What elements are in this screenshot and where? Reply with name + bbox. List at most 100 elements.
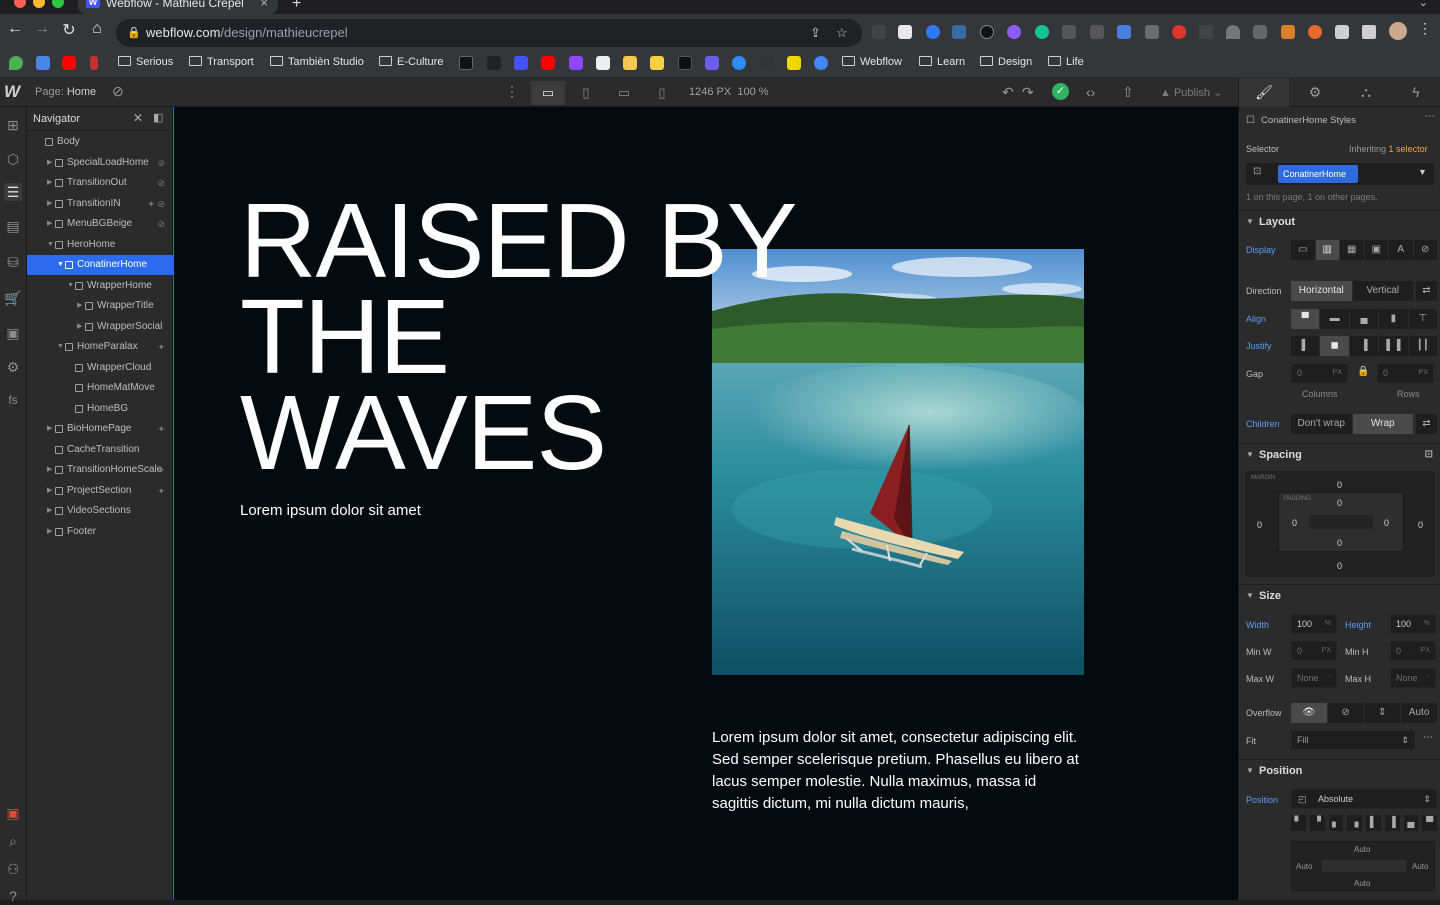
position-section-header[interactable]: ▼ Position: [1239, 759, 1440, 781]
expand-caret-right-icon[interactable]: ▶: [47, 194, 52, 214]
navigator-item[interactable]: ▼ HeroHome: [27, 235, 173, 255]
justify-end-icon[interactable]: ▐: [1350, 336, 1380, 356]
profile-avatar[interactable]: [1389, 22, 1407, 40]
margin-left-value[interactable]: 0: [1257, 520, 1262, 530]
expand-caret-right-icon[interactable]: ▶: [77, 296, 82, 316]
bookmark-icon[interactable]: [623, 56, 637, 70]
maps-bookmark-icon[interactable]: [9, 56, 23, 70]
collapse-all-icon[interactable]: ✕: [133, 111, 143, 125]
width-input[interactable]: 100%: [1291, 614, 1337, 634]
overflow-auto-button[interactable]: Auto: [1401, 703, 1437, 723]
bookmark-icon[interactable]: [787, 56, 801, 70]
expand-caret-right-icon[interactable]: ▶: [47, 501, 52, 521]
navigator-item[interactable]: ▶ TransitionOut ⊘: [27, 173, 173, 193]
selector-chip[interactable]: ConatinerHome: [1278, 165, 1358, 183]
navigator-item[interactable]: ▶ WrapperTitle: [27, 296, 173, 316]
padding-right-value[interactable]: 0: [1384, 518, 1389, 528]
tab-search-chevron-icon[interactable]: ⌄: [1419, 0, 1428, 9]
more-icon[interactable]: ⋯: [1425, 111, 1435, 122]
children-wrap-button[interactable]: Wrap: [1352, 414, 1413, 434]
x-bookmark-icon[interactable]: [678, 56, 692, 70]
bookmark-star-icon[interactable]: ☆: [836, 19, 848, 47]
assets-icon[interactable]: ▣: [4, 324, 22, 342]
navigator-item[interactable]: ▶ MenuBGBeige ⊘: [27, 214, 173, 234]
mobile-landscape-breakpoint-icon[interactable]: ▭: [607, 81, 641, 105]
design-canvas[interactable]: RAISED BY THE WAVES Lorem ipsum dolor si…: [173, 107, 1238, 900]
tab-settings-gear-icon[interactable]: ⚙: [1290, 78, 1340, 107]
cms-icon[interactable]: ⛁: [4, 253, 22, 271]
overflow-hidden-icon[interactable]: ⊘: [1328, 703, 1365, 723]
expand-caret-right-icon[interactable]: ▶: [47, 214, 52, 234]
extension-icon[interactable]: [1172, 25, 1186, 39]
extension-icon[interactable]: [872, 25, 886, 39]
extension-icon[interactable]: [1281, 25, 1295, 39]
bookmark-icon[interactable]: [90, 56, 98, 70]
extension-icon[interactable]: [1090, 25, 1104, 39]
gap-lock-icon[interactable]: 🔒: [1357, 366, 1369, 377]
selector-field[interactable]: ⊡ ConatinerHome ▼: [1246, 163, 1434, 185]
extension-icon[interactable]: [1062, 25, 1076, 39]
justify-start-icon[interactable]: ▌: [1291, 336, 1321, 356]
more-options-icon[interactable]: ⋮: [505, 83, 519, 100]
bookmark-folder-webflow[interactable]: Webflow: [842, 55, 902, 69]
preset-top-right-icon[interactable]: ▝: [1309, 815, 1326, 831]
search-icon[interactable]: ⌕: [4, 832, 22, 850]
youtube-bookmark-icon[interactable]: [62, 56, 76, 70]
finsweet-icon[interactable]: fs: [4, 391, 22, 409]
extension-icon[interactable]: [980, 25, 994, 39]
extension-icon[interactable]: [1007, 25, 1021, 39]
expand-caret-right-icon[interactable]: ▶: [47, 522, 52, 542]
expand-caret-down-icon[interactable]: ▼: [47, 235, 54, 255]
navigator-item[interactable]: ▼ HomeParalax ✦: [27, 337, 173, 357]
extension-icon[interactable]: [1226, 25, 1240, 39]
navigator-item[interactable]: ▶ ProjectSection ✦: [27, 481, 173, 501]
bookmark-folder-serious[interactable]: Serious: [118, 55, 173, 69]
minimize-window-button[interactable]: [33, 0, 45, 8]
expand-caret-right-icon[interactable]: ▶: [47, 153, 52, 173]
dock-panel-icon[interactable]: ◧: [153, 111, 163, 124]
selector-dropdown-icon[interactable]: ▼: [1418, 167, 1427, 177]
margin-top-value[interactable]: 0: [1337, 480, 1342, 490]
navigator-item[interactable]: CacheTransition: [27, 440, 173, 460]
navigator-item[interactable]: ▶ BioHomePage ✦: [27, 419, 173, 439]
navigator-item[interactable]: HomeBG: [27, 399, 173, 419]
layout-section-header[interactable]: ▼ Layout: [1239, 210, 1440, 232]
bookmark-icon[interactable]: [459, 56, 473, 70]
redo-icon[interactable]: ↷: [1022, 84, 1034, 101]
page-selector[interactable]: Page: Home: [35, 86, 96, 98]
tab-style-manager-icon[interactable]: ⛬: [1341, 78, 1391, 107]
navigator-item[interactable]: ▼ WrapperHome: [27, 276, 173, 296]
add-panel-icon[interactable]: ⊞: [4, 116, 22, 134]
inheriting-info[interactable]: Inheriting 1 selector: [1349, 144, 1428, 154]
offset-left-value[interactable]: Auto: [1296, 862, 1312, 871]
publish-button[interactable]: ▲ Publish ⌄: [1160, 86, 1222, 99]
align-center-icon[interactable]: ▬: [1320, 309, 1350, 329]
display-inline-block-icon[interactable]: ▣: [1365, 240, 1389, 260]
puzzle-extensions-icon[interactable]: [1335, 25, 1349, 39]
bookmark-icon[interactable]: [760, 56, 774, 70]
twitch-bookmark-icon[interactable]: [569, 56, 583, 70]
close-window-button[interactable]: [14, 0, 26, 8]
camera-extension-icon[interactable]: [1253, 25, 1267, 39]
navigator-item[interactable]: ▶ TransitionIN ✦ ⊘: [27, 194, 173, 214]
preset-left-icon[interactable]: ▌: [1366, 815, 1382, 831]
preset-top-icon[interactable]: ▀: [1422, 815, 1437, 831]
bookmark-folder-tambien-studio[interactable]: Tambièn Studio: [270, 55, 364, 69]
tab-style-brush-icon[interactable]: 🖌: [1239, 78, 1289, 107]
home-icon[interactable]: ⌂: [86, 20, 108, 38]
close-tab-icon[interactable]: ×: [260, 0, 268, 12]
children-dont-wrap-button[interactable]: Don't wrap: [1291, 414, 1353, 434]
forward-icon[interactable]: →: [31, 20, 53, 38]
help-icon[interactable]: ?: [4, 887, 22, 905]
share-icon[interactable]: ⇪: [810, 19, 821, 47]
extension-icon[interactable]: [926, 25, 940, 39]
expand-caret-right-icon[interactable]: ▶: [77, 317, 82, 337]
offset-right-value[interactable]: Auto: [1412, 862, 1428, 871]
display-flex-icon[interactable]: ▥: [1315, 240, 1340, 260]
reload-icon[interactable]: ↻: [58, 20, 80, 40]
navigator-item[interactable]: ▶ VideoSections: [27, 501, 173, 521]
expand-caret-right-icon[interactable]: ▶: [47, 481, 52, 501]
bookmark-folder-learn[interactable]: Learn: [919, 55, 965, 69]
bookmark-icon[interactable]: [814, 56, 828, 70]
wrap-reverse-button[interactable]: ⇄: [1416, 414, 1437, 434]
